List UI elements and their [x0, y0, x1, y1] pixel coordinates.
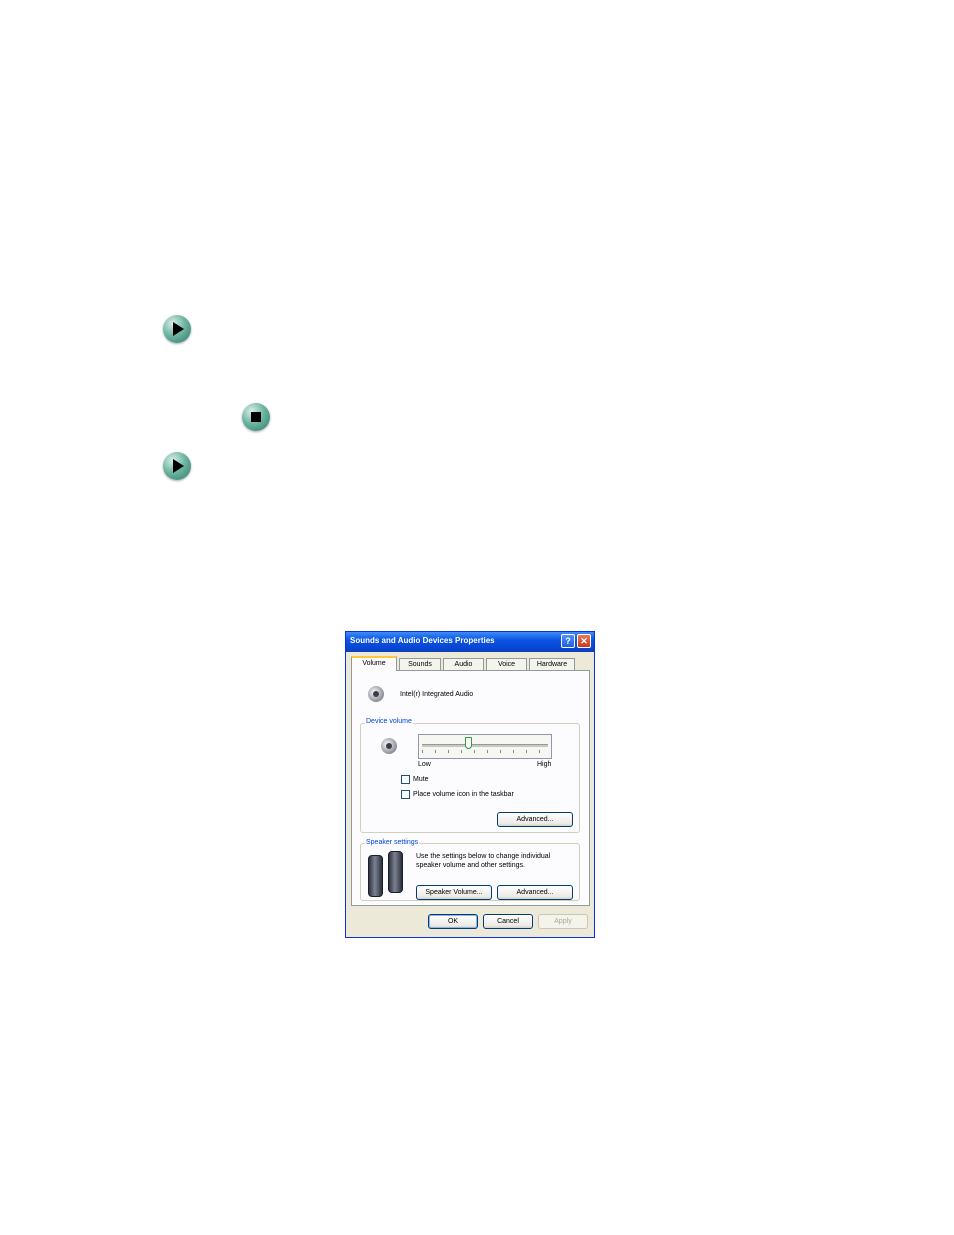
slider-track	[422, 744, 548, 747]
slider-thumb[interactable]	[464, 737, 472, 749]
help-button[interactable]: ?	[561, 634, 575, 648]
volume-speaker-icon	[381, 738, 397, 754]
device-name: Intel(r) Integrated Audio	[400, 691, 474, 698]
device-advanced-button[interactable]: Advanced...	[497, 812, 573, 827]
volume-tab-panel: Intel(r) Integrated Audio Device volume …	[351, 670, 590, 906]
slider-tick	[500, 750, 501, 753]
slider-tick	[461, 750, 462, 753]
speaker-description-line2: speaker volume and other settings.	[416, 862, 525, 869]
speaker-settings-label: Speaker settings	[365, 839, 420, 846]
sounds-audio-dialog: Sounds and Audio Devices Properties ? ✕ …	[345, 631, 595, 938]
play-arrow-icon	[163, 315, 191, 343]
slider-tick	[487, 750, 488, 753]
play-arrow-icon	[163, 452, 191, 480]
taskbar-icon-checkbox[interactable]	[401, 790, 410, 799]
tab-voice[interactable]: Voice	[486, 658, 527, 670]
slider-tick	[526, 750, 527, 753]
speaker-volume-button[interactable]: Speaker Volume...	[416, 885, 492, 900]
mute-checkbox[interactable]	[401, 775, 410, 784]
dialog-title: Sounds and Audio Devices Properties	[350, 636, 495, 645]
cancel-button[interactable]: Cancel	[483, 914, 533, 929]
taskbar-icon-label: Place volume icon in the taskbar	[413, 791, 514, 798]
speakers-icon	[366, 851, 406, 897]
tab-audio[interactable]: Audio	[443, 658, 484, 670]
ok-button[interactable]: OK	[428, 914, 478, 929]
slider-tick	[474, 750, 475, 753]
tab-volume[interactable]: Volume	[351, 656, 397, 671]
slider-tick	[448, 750, 449, 753]
mute-label: Mute	[413, 776, 429, 783]
slider-tick	[539, 750, 540, 753]
tab-hardware[interactable]: Hardware	[529, 658, 575, 670]
tab-sounds[interactable]: Sounds	[399, 658, 441, 670]
speaker-icon	[368, 686, 384, 702]
stop-square-icon	[242, 403, 270, 431]
slider-tick	[435, 750, 436, 753]
title-bar[interactable]: Sounds and Audio Devices Properties ? ✕	[346, 632, 594, 652]
volume-low-label: Low	[418, 761, 431, 768]
device-volume-label: Device volume	[365, 718, 413, 725]
slider-tick	[422, 750, 423, 753]
slider-tick	[513, 750, 514, 753]
volume-high-label: High	[537, 761, 552, 768]
apply-button[interactable]: Apply	[538, 914, 588, 929]
speaker-advanced-button[interactable]: Advanced...	[497, 885, 573, 900]
speaker-description-line1: Use the settings below to change individ…	[416, 853, 551, 860]
close-button[interactable]: ✕	[577, 634, 591, 648]
volume-slider[interactable]	[418, 734, 552, 759]
